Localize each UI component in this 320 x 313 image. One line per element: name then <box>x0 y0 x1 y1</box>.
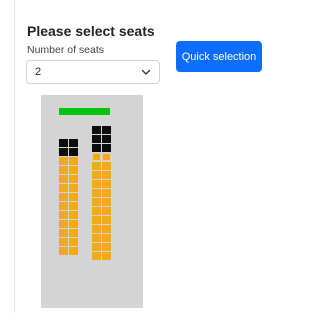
seat-left-r12-c2[interactable] <box>69 238 78 246</box>
seat-left-r8-c2[interactable] <box>69 202 78 210</box>
seat-right-r5-c2[interactable] <box>102 162 111 170</box>
seat-right-r4-c2[interactable] <box>102 153 111 161</box>
page-title: Please select seats <box>27 23 155 39</box>
seat-left-r2-c1 <box>59 148 68 156</box>
seat-left-r3-c1[interactable] <box>59 157 68 165</box>
seat-right-r12-c2[interactable] <box>102 225 111 233</box>
seat-left-r10-c1[interactable] <box>59 220 68 228</box>
seat-right-r7-c2[interactable] <box>102 180 111 188</box>
seat-right-r3-c2 <box>102 144 111 152</box>
seat-right-r13-c1[interactable] <box>92 234 101 242</box>
seat-right-r1-c2 <box>102 126 111 134</box>
seat-right-r14-c2[interactable] <box>102 243 111 251</box>
panel-border <box>14 0 15 313</box>
seat-left-r13-c2[interactable] <box>69 247 78 255</box>
seat-right-r5-c1[interactable] <box>92 162 101 170</box>
seat-right-r10-c1[interactable] <box>92 207 101 215</box>
screen-indicator <box>59 108 110 115</box>
seat-left-r10-c2[interactable] <box>69 220 78 228</box>
seat-count-select[interactable]: 2 <box>26 60 160 84</box>
seat-right-r8-c2[interactable] <box>102 189 111 197</box>
chevron-down-icon <box>141 69 151 75</box>
seat-left-r4-c1[interactable] <box>59 166 68 174</box>
seat-right-r8-c1[interactable] <box>92 189 101 197</box>
seat-right-r2-c2 <box>102 135 111 143</box>
seat-right-r10-c2[interactable] <box>102 207 111 215</box>
seat-right-r12-c1[interactable] <box>92 225 101 233</box>
seat-left-r5-c1[interactable] <box>59 175 68 183</box>
seat-left-r12-c1[interactable] <box>59 238 68 246</box>
seat-left-r11-c1[interactable] <box>59 229 68 237</box>
seat-right-r13-c2[interactable] <box>102 234 111 242</box>
seat-left-r11-c2[interactable] <box>69 229 78 237</box>
seat-left-r6-c1[interactable] <box>59 184 68 192</box>
seat-left-r7-c1[interactable] <box>59 193 68 201</box>
seat-count-value: 2 <box>35 66 42 78</box>
seat-right-r11-c2[interactable] <box>102 216 111 224</box>
seat-left-r5-c2[interactable] <box>69 175 78 183</box>
seat-right-r2-c1 <box>92 135 101 143</box>
quick-selection-button[interactable]: Quick selection <box>176 41 262 72</box>
seat-left-r3-c2[interactable] <box>69 157 78 165</box>
seat-left-r1-c2 <box>69 139 78 147</box>
seat-left-r8-c1[interactable] <box>59 202 68 210</box>
seat-right-r15-c2[interactable] <box>102 252 111 260</box>
seat-left-r9-c2[interactable] <box>69 211 78 219</box>
seat-right-r6-c2[interactable] <box>102 171 111 179</box>
seat-right-r6-c1[interactable] <box>92 171 101 179</box>
seat-right-r9-c2[interactable] <box>102 198 111 206</box>
seat-count-label: Number of seats <box>27 44 105 56</box>
seat-map <box>41 95 143 308</box>
seat-right-r3-c1 <box>92 144 101 152</box>
seat-right-r15-c1[interactable] <box>92 252 101 260</box>
seat-right-r1-c1 <box>92 126 101 134</box>
seat-right-r9-c1[interactable] <box>92 198 101 206</box>
seat-left-r9-c1[interactable] <box>59 211 68 219</box>
seat-right-r11-c1[interactable] <box>92 216 101 224</box>
seat-right-r7-c1[interactable] <box>92 180 101 188</box>
seat-right-r4-c1[interactable] <box>92 153 101 161</box>
seat-left-r13-c1[interactable] <box>59 247 68 255</box>
seat-left-r6-c2[interactable] <box>69 184 78 192</box>
seat-left-r1-c1 <box>59 139 68 147</box>
seat-left-r7-c2[interactable] <box>69 193 78 201</box>
seat-left-r4-c2[interactable] <box>69 166 78 174</box>
seat-right-r14-c1[interactable] <box>92 243 101 251</box>
seat-left-r2-c2 <box>69 148 78 156</box>
